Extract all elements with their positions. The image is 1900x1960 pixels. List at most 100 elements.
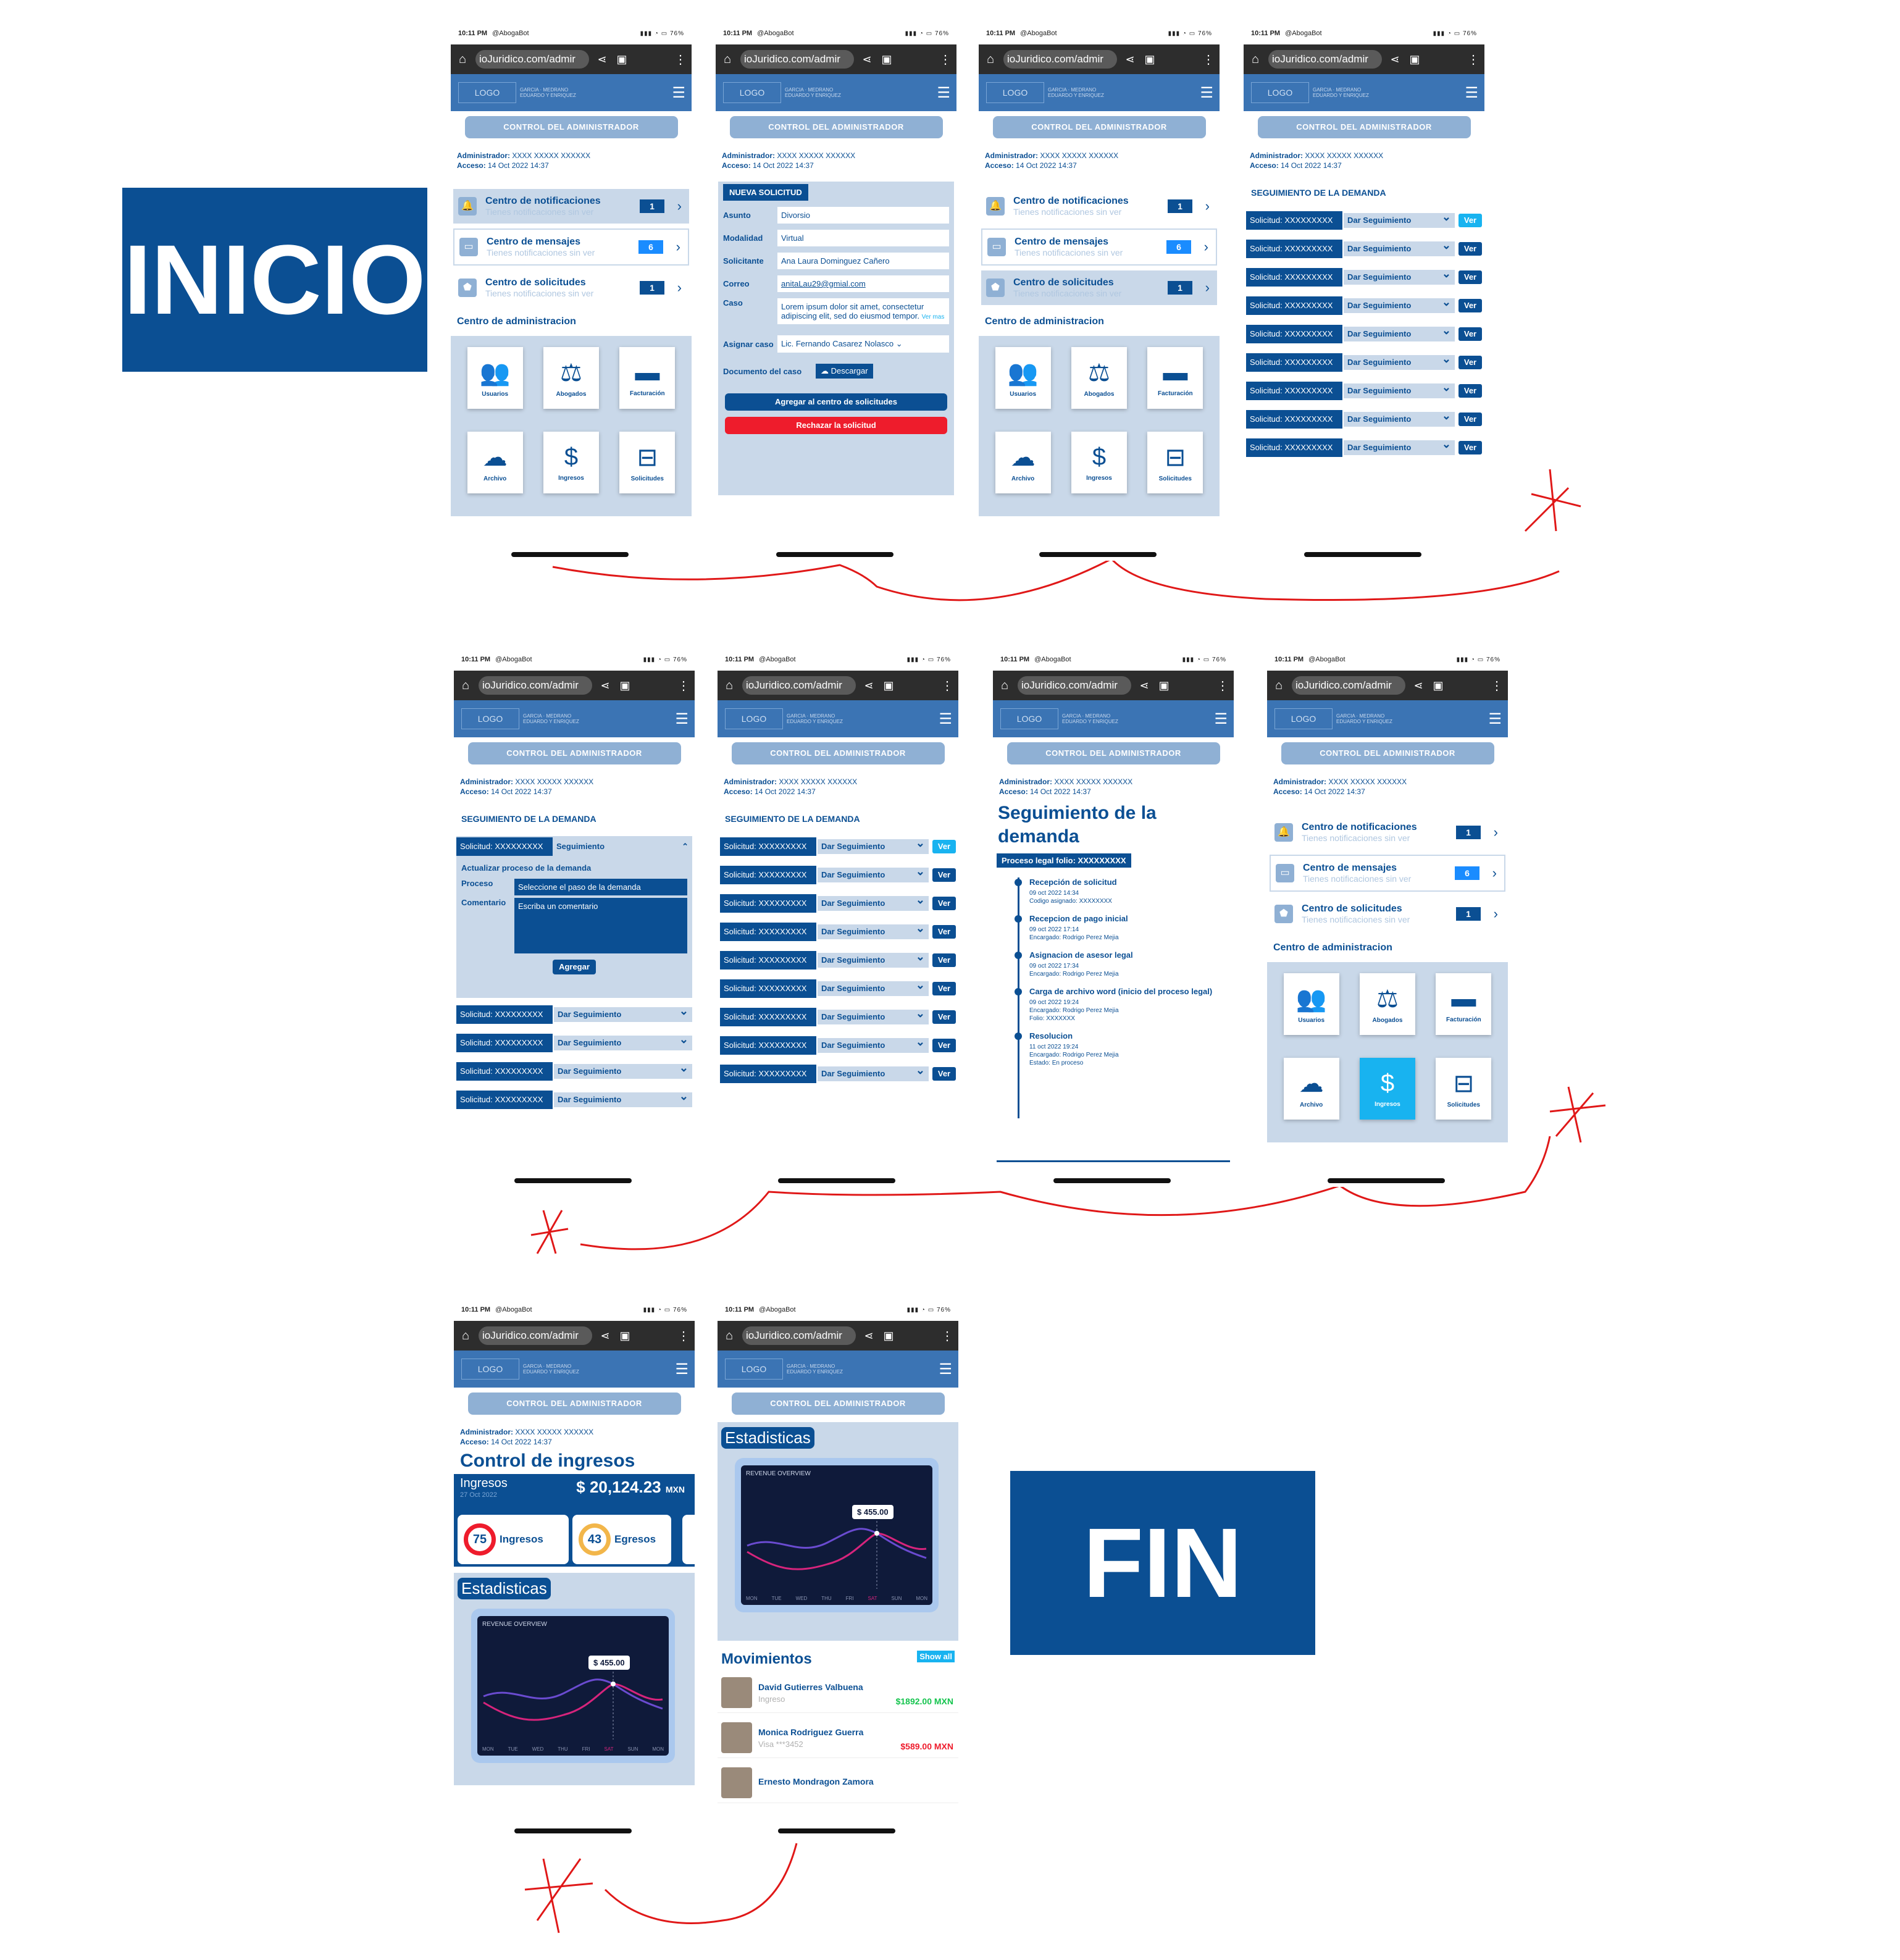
view-button[interactable]: Ver: [932, 840, 956, 853]
track-dropdown[interactable]: Dar Seguimiento: [818, 949, 929, 968]
tracking-row[interactable]: Solicitud: XXXXXXXXX Dar Seguimiento: [456, 1060, 692, 1082]
tracking-row[interactable]: Solicitud: XXXXXXXXXDar SeguimientoVer: [1246, 238, 1482, 259]
view-button[interactable]: Ver: [932, 1067, 956, 1081]
more-icon[interactable]: ⋮: [939, 52, 952, 67]
reject-request-button[interactable]: Rechazar la solicitud: [725, 417, 947, 434]
url-field[interactable]: ioJuridico.com/admir: [742, 1326, 856, 1345]
hamburger-icon[interactable]: ☰: [1214, 710, 1228, 728]
share-icon[interactable]: ⋖: [862, 1330, 876, 1342]
tracking-row[interactable]: Solicitud: XXXXXXXXXDar SeguimientoVer: [1246, 351, 1482, 373]
tracking-row[interactable]: Solicitud: XXXXXXXXXDar SeguimientoVer: [1246, 380, 1482, 401]
tile-solicitudes[interactable]: ⊟ Solicitudes: [1436, 1058, 1492, 1120]
home-icon[interactable]: ⌂: [459, 1329, 472, 1343]
comment-input[interactable]: Escriba un comentario: [514, 898, 687, 953]
tile-ingresos[interactable]: $ Ingresos: [1071, 432, 1127, 493]
more-icon[interactable]: ⋮: [1216, 678, 1229, 693]
download-button[interactable]: ☁ Descargar: [816, 364, 873, 379]
url-field[interactable]: ioJuridico.com/admir: [479, 676, 592, 695]
view-button[interactable]: Ver: [932, 982, 956, 995]
home-icon[interactable]: ⌂: [456, 52, 469, 67]
view-button[interactable]: Ver: [1458, 441, 1482, 454]
add-request-button[interactable]: Agregar al centro de solicitudes: [725, 393, 947, 411]
tracking-row[interactable]: Solicitud: XXXXXXXXXDar SeguimientoVer: [1246, 266, 1482, 288]
tracking-row[interactable]: Solicitud: XXXXXXXXXDar SeguimientoVer: [1246, 295, 1482, 316]
track-dropdown[interactable]: Dar Seguimiento: [818, 836, 929, 854]
tracking-row[interactable]: Solicitud: XXXXXXXXXDar SeguimientoVer: [720, 1063, 956, 1084]
hamburger-icon[interactable]: ☰: [675, 1360, 688, 1378]
hamburger-icon[interactable]: ☰: [1488, 710, 1502, 728]
track-dropdown[interactable]: Dar Seguimiento: [554, 1032, 692, 1050]
url-field[interactable]: ioJuridico.com/admir: [740, 50, 854, 69]
track-dropdown[interactable]: Dar Seguimiento: [1344, 437, 1455, 455]
hamburger-icon[interactable]: ☰: [1200, 84, 1213, 102]
tile-usuarios[interactable]: 👥 Usuarios: [995, 347, 1051, 409]
tracking-row[interactable]: Solicitud: XXXXXXXXXDar SeguimientoVer: [1246, 209, 1482, 231]
hamburger-icon[interactable]: ☰: [1465, 84, 1478, 102]
tile-ingresos[interactable]: $ Ingresos: [1359, 1058, 1415, 1120]
track-dropdown[interactable]: Dar Seguimiento: [818, 978, 929, 996]
view-button[interactable]: Ver: [932, 953, 956, 967]
track-dropdown[interactable]: Dar Seguimiento: [818, 1063, 929, 1081]
tabs-icon[interactable]: ▣: [615, 53, 629, 66]
applicant-field[interactable]: Ana Laura Dominguez Cañero: [777, 253, 949, 269]
more-icon[interactable]: ⋮: [677, 678, 690, 693]
tile-archivo[interactable]: ☁ Archivo: [995, 432, 1051, 493]
view-button[interactable]: Ver: [932, 897, 956, 910]
tile-usuarios[interactable]: 👥 Usuarios: [1283, 973, 1339, 1035]
track-dropdown[interactable]: Dar Seguimiento: [1344, 238, 1455, 256]
request-center[interactable]: ⬟ Centro de solicitudes Tienes notificacio…: [1270, 897, 1505, 931]
tile-ingresos[interactable]: $ Ingresos: [543, 432, 599, 493]
tabs-icon[interactable]: ▣: [1408, 53, 1421, 66]
view-button[interactable]: Ver: [932, 868, 956, 882]
case-field[interactable]: Lorem ipsum dolor sit amet, consectetur …: [777, 298, 949, 324]
tabs-icon[interactable]: ▣: [618, 1330, 632, 1342]
home-icon[interactable]: ⌂: [459, 679, 472, 693]
url-field[interactable]: ioJuridico.com/admir: [479, 1326, 592, 1345]
share-icon[interactable]: ⋖: [860, 53, 874, 66]
view-button[interactable]: Ver: [1458, 384, 1482, 398]
track-dropdown[interactable]: Dar Seguimiento: [1344, 323, 1455, 341]
tracking-row[interactable]: Solicitud: XXXXXXXXX Dar Seguimiento: [456, 1003, 692, 1025]
share-icon[interactable]: ⋖: [1388, 53, 1402, 66]
home-icon[interactable]: ⌂: [984, 52, 997, 67]
tracking-row[interactable]: Solicitud: XXXXXXXXXDar SeguimientoVer: [720, 892, 956, 914]
more-icon[interactable]: ⋮: [677, 1328, 690, 1344]
tracking-row[interactable]: Solicitud: XXXXXXXXX Dar Seguimiento: [456, 1089, 692, 1110]
share-icon[interactable]: ⋖: [862, 679, 876, 692]
url-field[interactable]: ioJuridico.com/admir: [742, 676, 856, 695]
hamburger-icon[interactable]: ☰: [937, 84, 950, 102]
hamburger-icon[interactable]: ☰: [675, 710, 688, 728]
hamburger-icon[interactable]: ☰: [939, 710, 952, 728]
tracking-row[interactable]: Solicitud: XXXXXXXXXDar SeguimientoVer: [720, 978, 956, 999]
track-dropdown[interactable]: Dar Seguimiento: [1344, 295, 1455, 313]
kpi-ingresos[interactable]: 75 Ingresos: [458, 1515, 569, 1564]
track-dropdown[interactable]: Dar Seguimiento: [818, 1006, 929, 1024]
tabs-icon[interactable]: ▣: [1143, 53, 1157, 66]
tile-abogados[interactable]: ⚖ Abogados: [1359, 973, 1415, 1035]
notification-center[interactable]: 🔔 Centro de notificaciones Tienes notifica…: [1270, 815, 1505, 850]
more-icon[interactable]: ⋮: [1491, 678, 1503, 693]
tile-abogados[interactable]: ⚖ Abogados: [1071, 347, 1127, 409]
tracking-row[interactable]: Solicitud: XXXXXXXXXDar SeguimientoVer: [1246, 323, 1482, 345]
track-dropdown[interactable]: Dar Seguimiento: [818, 892, 929, 911]
share-icon[interactable]: ⋖: [595, 53, 609, 66]
view-button[interactable]: Ver: [932, 1039, 956, 1052]
tracking-row[interactable]: Solicitud: XXXXXXXXXDar SeguimientoVer: [720, 864, 956, 886]
url-field[interactable]: ioJuridico.com/admir: [1018, 676, 1131, 695]
kpi-egresos[interactable]: 43 Egresos: [572, 1515, 671, 1564]
view-button[interactable]: Ver: [1458, 299, 1482, 312]
tile-abogados[interactable]: ⚖ Abogados: [543, 347, 599, 409]
tile-facturacion[interactable]: ▬ Facturación: [1147, 347, 1203, 409]
tracking-row[interactable]: Solicitud: XXXXXXXXXDar SeguimientoVer: [720, 1006, 956, 1028]
message-center[interactable]: ▭ Centro de mensajes Tienes notificaciones…: [453, 228, 689, 266]
view-button[interactable]: Ver: [1458, 242, 1482, 256]
view-button[interactable]: Ver: [932, 1010, 956, 1024]
track-dropdown[interactable]: Dar Seguimiento: [818, 1034, 929, 1053]
tabs-icon[interactable]: ▣: [1431, 679, 1445, 692]
subject-field[interactable]: Divorsio: [777, 207, 949, 224]
home-icon[interactable]: ⌂: [998, 679, 1011, 693]
process-select[interactable]: Seleccione el paso de la demanda: [514, 879, 687, 895]
mode-field[interactable]: Virtual: [777, 230, 949, 246]
collapse-toggle[interactable]: Seguimiento ⌃: [553, 839, 692, 854]
tracking-row[interactable]: Solicitud: XXXXXXXXXDar SeguimientoVer: [1246, 437, 1482, 458]
